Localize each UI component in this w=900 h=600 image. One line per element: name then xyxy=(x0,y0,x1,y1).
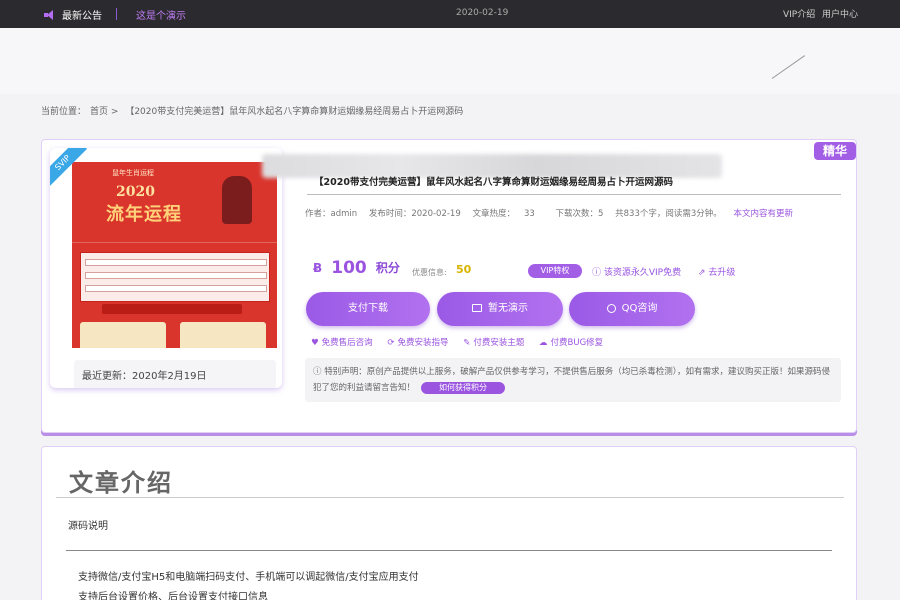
speaker-icon xyxy=(44,9,56,20)
divider xyxy=(116,8,117,20)
thumbnail-box[interactable]: SVIP 鼠年生肖运程 2020 流年运程 最近更新：2020年2月19日 xyxy=(50,148,282,388)
essence-badge: 精华 xyxy=(814,142,856,160)
thumbnail-headline: 流年运程 xyxy=(106,204,182,225)
breadcrumb-separator: > xyxy=(110,107,119,117)
meta-published: 发布时间：2020-02-19 xyxy=(368,209,461,219)
qq-consult-button[interactable]: QQ咨询 xyxy=(569,292,695,326)
info-icon: ⓘ xyxy=(592,268,604,278)
article-line: 支持微信/支付宝H5和电脑端扫码支付、手机端可以调起微信/支付宝应用支付 xyxy=(78,572,419,583)
meta-heat-label: 文章热度： xyxy=(472,209,515,219)
disclaimer-box: ⓘ 特别声明：原创产品提供以上服务，破解产品仅供参考学习，不提供售后服务（均已杀… xyxy=(305,358,841,402)
price-amount: 100 xyxy=(331,257,367,278)
qq-label: QQ咨询 xyxy=(621,303,658,314)
refresh-icon: ⟳ xyxy=(387,338,395,348)
service-item[interactable]: ☁ 付费BUG修复 xyxy=(539,338,603,348)
article-line: 支持后台设置价格、后台设置支付接口信息 xyxy=(78,592,268,600)
article-divider xyxy=(56,497,844,498)
thumbnail-form xyxy=(80,252,270,302)
service-label: 免费安装指导 xyxy=(397,338,449,348)
upgrade-link[interactable]: ⇗ 去升级 xyxy=(698,265,735,278)
breadcrumb-home[interactable]: 首页 xyxy=(90,107,108,117)
heart-icon: ♥ xyxy=(311,338,319,348)
vip-free-notice: ⓘ 该资源永久VIP免费 xyxy=(592,265,681,278)
breadcrumb-current: 【2020带支付完美运营】鼠年风水起名八字算命算财运姻缘易经周易占卜开运网源码 xyxy=(125,107,464,117)
disclaimer-text: 特别声明：原创产品提供以上服务，破解产品仅供参考学习，不提供售后服务（均已杀毒检… xyxy=(313,367,830,393)
pay-download-button[interactable]: 支付下载 xyxy=(306,292,430,326)
announcement[interactable]: 最新公告 xyxy=(44,7,102,22)
service-label: 免费售后咨询 xyxy=(321,338,373,348)
article-divider xyxy=(66,550,832,551)
meta-words: 共833个字，阅读需3分钟。 xyxy=(615,209,722,219)
thumbnail-form-row xyxy=(85,259,267,266)
hero-banner xyxy=(0,28,900,94)
article-section: 文章介绍 源码说明 支持微信/支付宝H5和电脑端扫码支付、手机端可以调起微信/支… xyxy=(41,446,857,600)
meta-downloads: 下载次数：5 xyxy=(555,209,604,219)
thumbnail-divider xyxy=(72,242,277,243)
meta-author: 作者：admin xyxy=(305,209,358,219)
thumbnail-form-row xyxy=(85,272,267,279)
service-list: ♥ 免费售后咨询 ⟳ 免费安装指导 ✎ 付费安装主题 ☁ 付费BUG修复 xyxy=(311,336,615,348)
service-item[interactable]: ✎ 付费安装主题 xyxy=(463,338,524,348)
service-label: 付费BUG修复 xyxy=(550,338,604,348)
article-title: 文章介绍 xyxy=(69,469,173,497)
title-divider xyxy=(307,194,841,195)
vip-privilege-badge: VIP特权 xyxy=(528,264,582,278)
how-to-get-points-button[interactable]: 如何获得积分 xyxy=(421,381,506,394)
announcement-label: 最新公告 xyxy=(62,11,102,22)
coin-icon: Ƀ xyxy=(313,260,323,275)
product-thumbnail[interactable]: 鼠年生肖运程 2020 流年运程 xyxy=(72,162,277,348)
pay-download-label: 支付下载 xyxy=(348,303,388,314)
discount-label: 优惠信息: xyxy=(412,268,447,277)
service-item[interactable]: ♥ 免费售后咨询 xyxy=(311,338,373,348)
thumbnail-button xyxy=(102,304,242,314)
vip-free-text: 该资源永久VIP免费 xyxy=(603,268,682,278)
thumbnail-form-row xyxy=(85,285,267,292)
discount-value: 50 xyxy=(456,263,472,276)
monitor-icon xyxy=(472,304,482,312)
qq-icon xyxy=(606,303,616,313)
thumbnail-figure xyxy=(222,176,252,224)
upgrade-icon: ⇗ xyxy=(698,268,709,278)
product-card: SVIP 鼠年生肖运程 2020 流年运程 最近更新：2020年2月19日 精华… xyxy=(41,139,857,433)
service-label: 付费安装主题 xyxy=(473,338,525,348)
thumbnail-card xyxy=(80,322,166,348)
pen-icon: ✎ xyxy=(463,338,471,348)
breadcrumb: 当前位置： 首页 > 【2020带支付完美运营】鼠年风水起名八字算命算财运姻缘易经… xyxy=(41,104,467,117)
price-row: Ƀ 100 积分 xyxy=(313,257,400,281)
upgrade-text: 去升级 xyxy=(708,268,736,278)
meta-heat-value: 33 xyxy=(523,209,535,219)
thumbnail-card xyxy=(180,322,266,348)
thumbnail-top-title: 鼠年生肖运程 xyxy=(112,169,154,177)
top-date: 2020-02-19 xyxy=(456,8,509,18)
breadcrumb-prefix: 当前位置： xyxy=(41,107,87,117)
price-unit: 积分 xyxy=(375,261,400,275)
demo-button[interactable]: 暂无演示 xyxy=(437,292,563,326)
last-updated: 最近更新：2020年2月19日 xyxy=(74,360,276,388)
decorative-streak xyxy=(771,55,806,79)
meta-heat: 文章热度： 33 xyxy=(472,209,543,219)
vip-intro-link[interactable]: VIP介绍 xyxy=(783,7,815,20)
demo-label: 暂无演示 xyxy=(488,303,528,314)
service-item[interactable]: ⟳ 免费安装指导 xyxy=(387,338,448,348)
product-title: 【2020带支付完美运营】鼠年风水起名八字算命算财运姻缘易经周易占卜开运网源码 xyxy=(314,177,673,188)
user-center-link[interactable]: 用户中心 xyxy=(822,7,858,20)
thumbnail-year: 2020 xyxy=(116,184,155,200)
source-description-label: 源码说明 xyxy=(68,521,108,532)
info-icon: ⓘ xyxy=(313,367,325,377)
cloud-icon: ☁ xyxy=(539,338,548,348)
demo-link[interactable]: 这是个演示 xyxy=(136,7,186,22)
product-meta: 作者：admin 发布时间：2020-02-19 文章热度： 33 下载次数：5 … xyxy=(305,207,802,219)
top-bar: 最新公告 这是个演示 2020-02-19 VIP介绍 用户中心 xyxy=(0,0,900,28)
meta-update-note[interactable]: 本文内容有更新 xyxy=(733,209,793,219)
